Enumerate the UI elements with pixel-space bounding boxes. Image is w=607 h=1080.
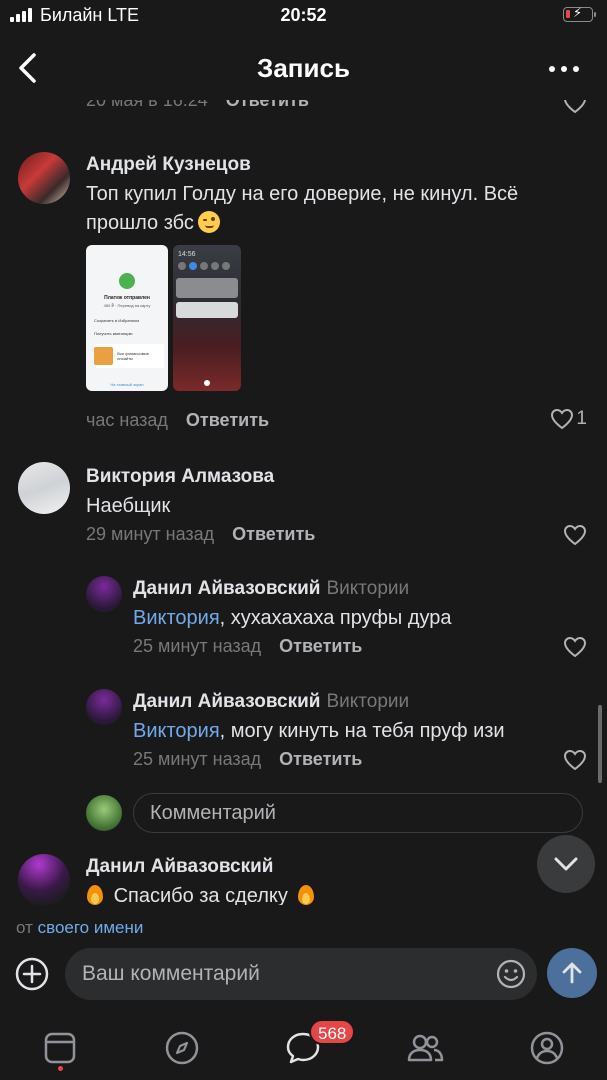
comment-author[interactable]: Данил Айвазовский Виктории [133,691,409,713]
comment-item: Виктория Алмазова Наебщик 29 минут назад… [0,462,607,557]
reply-button[interactable]: Ответить [279,636,362,657]
inline-comment-input[interactable]: Комментарий [133,793,583,833]
comment-time: 29 минут назад [86,524,215,544]
checkmark-icon [119,273,135,289]
comment-text: Виктория, хухахахаха пруфы дура [133,607,452,629]
reply-button[interactable]: Ответить [186,410,269,431]
mention-link[interactable]: Виктория [133,607,220,629]
add-attachment-icon[interactable] [14,956,50,992]
like-count: 1 [576,408,587,429]
comment-meta: час назад Ответить 1 [0,408,607,438]
reply-button[interactable]: Ответить [226,100,309,111]
reply-item: Данил Айвазовский Виктории Виктория, хуха… [0,574,607,669]
comments-feed[interactable]: 20 мая в 16:24 Ответить Андрей Кузнецов … [0,100,607,905]
send-button[interactable] [547,948,597,998]
heart-icon [551,408,574,430]
comment-item: Данил Айвазовский Спасибо за сделку [0,852,607,905]
tab-discover-icon[interactable] [162,1028,202,1068]
unread-dot [58,1066,63,1071]
comment-time: 25 минут назад [133,636,262,656]
like-button[interactable]: 1 [550,408,587,430]
reply-item: Данил Айвазовский Виктории Виктория, могу… [0,687,607,782]
heart-icon[interactable] [563,636,587,658]
heart-icon[interactable] [563,749,587,771]
tab-news-icon[interactable] [40,1028,80,1068]
avatar[interactable] [86,576,122,612]
my-avatar [86,795,122,831]
arrow-up-icon [562,962,582,984]
reply-to-label: Виктории [326,578,410,599]
nav-bar: Запись [0,36,607,100]
comment-text: Наебщик [86,495,171,517]
comment-text: Спасибо за сделку [86,882,315,905]
post-as-selector: от своего имени [16,918,144,937]
heart-icon[interactable] [563,100,587,114]
tab-profile-icon[interactable] [527,1028,567,1068]
fire-emoji-icon [86,883,104,905]
status-bar: Билайн LTE 20:52 ⚡ [0,0,607,32]
previous-comment-meta: 20 мая в 16:24 Ответить [0,100,607,120]
comment-text: Топ купил Голду на его доверие, не кинул… [86,183,519,234]
chevron-down-icon [554,857,578,871]
page-title: Запись [257,53,350,83]
reply-button[interactable]: Ответить [279,749,362,770]
attachment-photo[interactable]: Платеж отправлен 450 ₽ · Перевод на карт… [86,245,168,391]
avatar[interactable] [18,462,70,514]
reply-to-label: Виктории [326,691,410,712]
emoji-icon[interactable] [495,958,527,990]
messages-badge: 568 [309,1019,356,1045]
comment-author[interactable]: Данил Айвазовский [86,856,273,878]
status-time: 20:52 [280,5,327,25]
fire-emoji-icon [297,883,315,905]
tab-bar [0,1020,607,1080]
comment-time: 25 минут назад [133,749,262,769]
heart-icon[interactable] [563,524,587,546]
reply-button[interactable]: Ответить [232,524,315,545]
avatar[interactable] [18,854,70,905]
comment-composer [65,948,537,1000]
mention-link[interactable]: Виктория [133,720,220,742]
attachment-photo[interactable]: 14:56 [173,245,241,391]
battery-icon: ⚡ [563,5,596,22]
comment-author[interactable]: Виктория Алмазова [86,466,274,488]
comment-time: час назад [86,410,168,430]
comment-time: 20 мая в 16:24 [86,100,208,110]
comment-author[interactable]: Андрей Кузнецов [86,154,251,176]
avatar[interactable] [18,152,70,204]
comment-text: Виктория, могу кинуть на тебя пруф изи [133,720,505,742]
scrollbar[interactable] [598,705,602,783]
comment-input[interactable] [82,948,482,1000]
more-options-icon[interactable] [549,66,579,72]
winking-face-emoji-icon [197,211,220,233]
scroll-down-button[interactable] [537,835,595,893]
post-as-link[interactable]: своего имени [38,918,144,937]
avatar[interactable] [86,689,122,725]
comment-author[interactable]: Данил Айвазовский Виктории [133,578,409,600]
tab-friends-icon[interactable] [405,1028,445,1068]
